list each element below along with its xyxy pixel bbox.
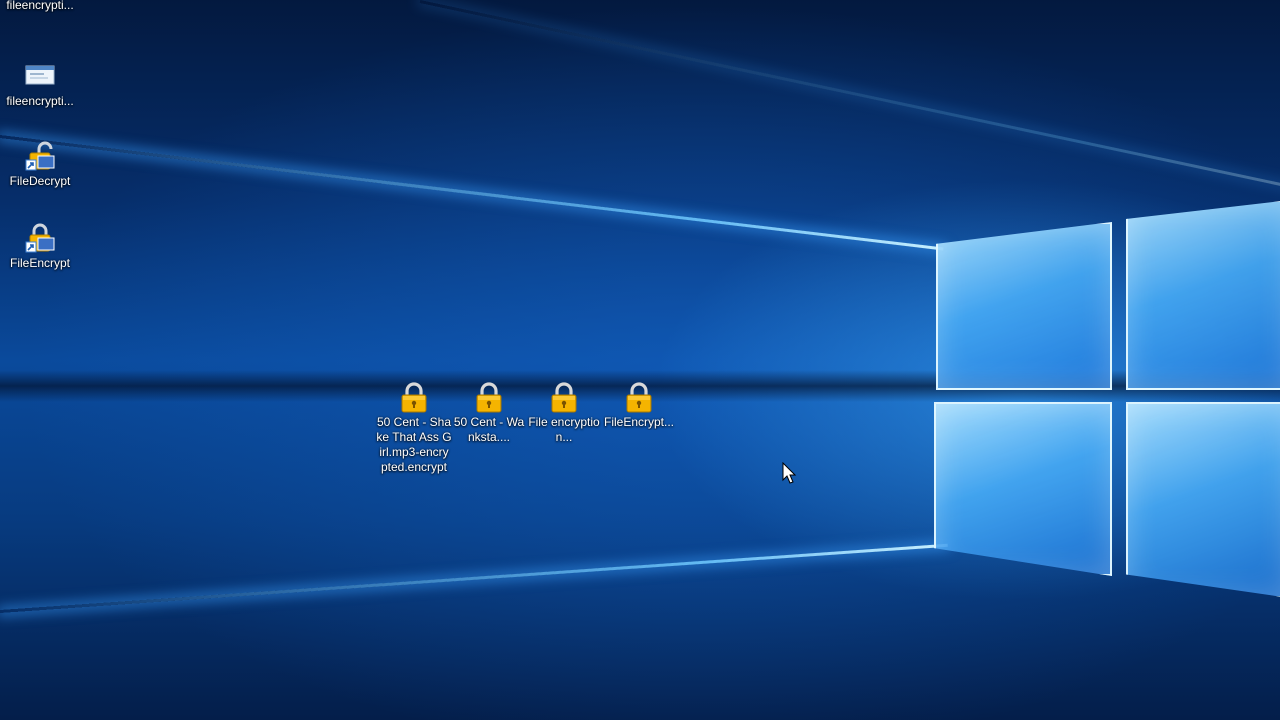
- desktop-icon-label: FileEncrypt...: [603, 415, 675, 429]
- padlock-icon: [626, 382, 652, 413]
- lock-shortcut-icon: [25, 223, 55, 253]
- windows-logo-pane-top-right: [1126, 200, 1280, 390]
- mouse-cursor-icon: [782, 462, 797, 484]
- encrypted-file-file-encryption[interactable]: File encryption...: [526, 381, 602, 445]
- desktop-icon-fileencrypt[interactable]: FileEncrypt: [2, 222, 78, 271]
- desktop-icon-label: FileEncrypt: [9, 256, 71, 270]
- windows-logo-pane-bottom-right: [1126, 402, 1280, 598]
- desktop-icon-label: File encryption...: [528, 415, 600, 444]
- light-beam-top: [419, 0, 1280, 191]
- encrypted-file-wanksta[interactable]: 50 Cent - Wanksta....: [451, 381, 527, 445]
- encrypted-file-shake-that-ass[interactable]: 50 Cent - Shake That Ass Girl.mp3-encryp…: [376, 381, 452, 475]
- encrypted-file-fileencrypt[interactable]: FileEncrypt...: [601, 381, 677, 430]
- light-beam-upper: [0, 135, 944, 251]
- unlock-shortcut-icon: [25, 141, 55, 171]
- desktop[interactable]: fileencrypti... fileencrypti... FileDecr…: [0, 0, 1280, 720]
- window-preview-icon: [25, 65, 55, 85]
- desktop-icon-label: fileencrypti...: [6, 0, 74, 12]
- windows-logo-pane-bottom-left: [934, 402, 1112, 576]
- windows-logo-pane-top-left: [936, 222, 1112, 390]
- desktop-icon-filedecrypt[interactable]: FileDecrypt: [2, 140, 78, 189]
- light-beam-lower: [0, 543, 948, 613]
- desktop-icon-label: 50 Cent - Shake That Ass Girl.mp3-encryp…: [376, 415, 452, 474]
- padlock-icon: [476, 382, 502, 413]
- desktop-icon-fileencryption-1[interactable]: fileencrypti...: [2, 0, 78, 13]
- padlock-icon: [551, 382, 577, 413]
- desktop-icon-fileencryption-2[interactable]: fileencrypti...: [2, 60, 78, 109]
- desktop-icon-label: fileencrypti...: [6, 94, 74, 108]
- desktop-icon-label: 50 Cent - Wanksta....: [453, 415, 525, 444]
- desktop-icon-label: FileDecrypt: [9, 174, 71, 188]
- padlock-icon: [401, 382, 427, 413]
